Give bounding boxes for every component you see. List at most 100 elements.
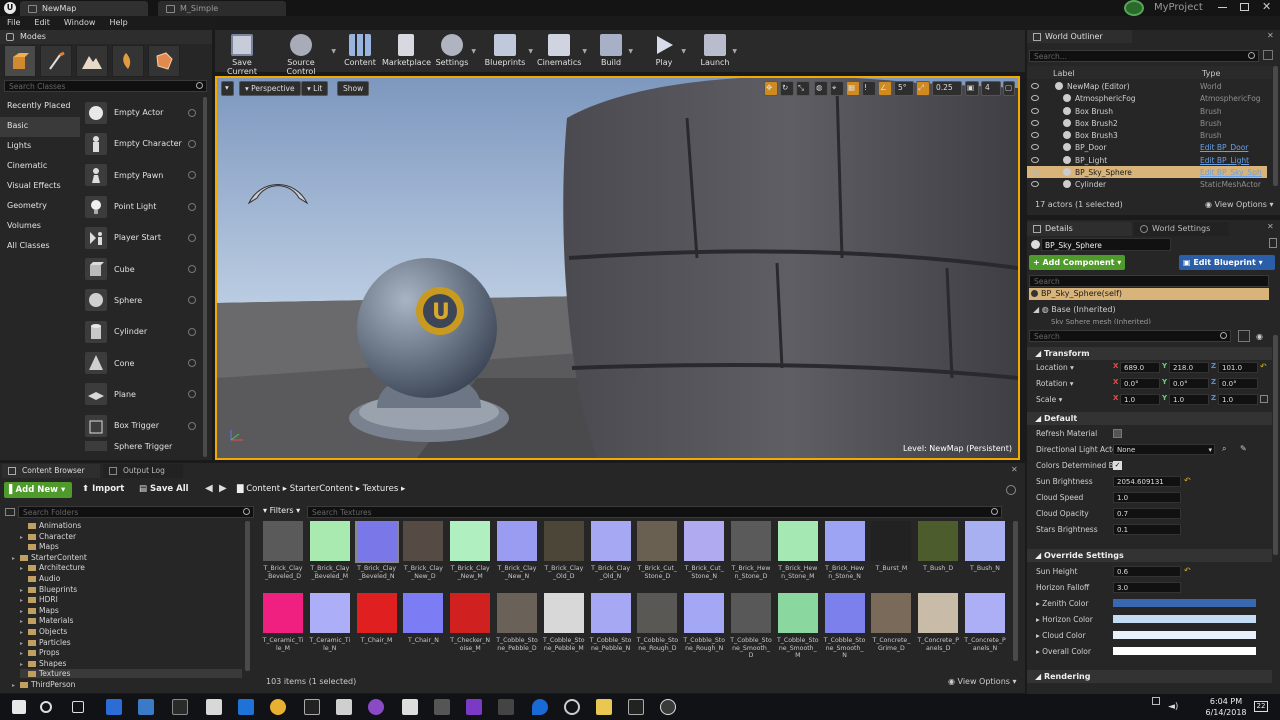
visibility-eye-icon[interactable] [1031, 119, 1039, 126]
asset-tile[interactable]: T_Cobble_Stone_Pebble_N [590, 593, 632, 652]
expand-arrow-icon[interactable]: ▸ [20, 597, 28, 604]
level-viewport[interactable]: U ▾ ▾ Perspective ▾ Lit Show ✥ ↻ ⤡ ◍ ⌖ ▦… [215, 76, 1020, 460]
maximize-viewport-button[interactable]: ▢ [1003, 81, 1015, 96]
folder-item[interactable]: Textures [20, 669, 242, 679]
outliner-row[interactable]: AtmosphericFog AtmosphericFog [1027, 92, 1267, 104]
close-tab-icon[interactable]: ✕ [1267, 222, 1274, 231]
class-item-cube[interactable]: Cube [81, 253, 202, 284]
outliner-filter-icon[interactable] [1263, 50, 1273, 60]
document-icon[interactable] [206, 699, 222, 715]
close-tab-icon[interactable]: ✕ [1267, 31, 1274, 40]
viewport-options-button[interactable]: ▾ [221, 81, 234, 96]
asset-tile[interactable]: T_Bush_D [917, 521, 959, 573]
rotation-x-field[interactable]: 0.0° [1120, 378, 1160, 389]
asset-tile[interactable]: T_Brick_Clay_Beveled_M [309, 521, 351, 580]
scale-z-field[interactable]: 1.0 [1218, 394, 1258, 405]
overall-color-swatch[interactable] [1113, 647, 1256, 655]
modes-scrollbar[interactable] [203, 97, 207, 457]
visibility-eye-icon[interactable] [1031, 156, 1039, 163]
rotate-tool-button[interactable]: ↻ [780, 81, 794, 96]
class-item-cone[interactable]: Cone [81, 347, 202, 378]
details-search-input[interactable]: Search [1029, 330, 1231, 342]
class-item-plane[interactable]: Plane [81, 379, 202, 410]
asset-tile[interactable]: T_Ceramic_Tile_M [262, 593, 304, 652]
category-volumes[interactable]: Volumes [0, 217, 80, 237]
search-classes-input[interactable]: Search Classes [4, 80, 207, 92]
task-view-icon[interactable] [72, 701, 84, 713]
app-icon[interactable] [402, 699, 418, 715]
search-icon[interactable] [40, 701, 52, 713]
world-settings-tab[interactable]: World Settings [1134, 222, 1229, 236]
outliner-row[interactable]: Box Brush Brush [1027, 105, 1267, 117]
camera-speed-button[interactable]: ▣ [965, 81, 979, 96]
class-item-player-start[interactable]: Player Start [81, 222, 202, 253]
asset-tile[interactable]: T_Cobble_Stone_Pebble_D [496, 593, 538, 652]
perspective-button[interactable]: ▾ Perspective [239, 81, 301, 96]
asset-tile[interactable]: T_Cobble_Stone_Rough_N [683, 593, 725, 652]
category-recently-placed[interactable]: Recently Placed [0, 97, 80, 117]
details-scrollbar[interactable] [1273, 335, 1278, 555]
expand-arrow-icon[interactable]: ▸ [20, 608, 28, 615]
class-item-empty-character[interactable]: Empty Character [81, 128, 202, 159]
class-item-box-trigger[interactable]: Box Trigger [81, 410, 202, 441]
world-outliner-tab[interactable]: World Outliner [1027, 30, 1132, 43]
camera-speed-value[interactable]: 4 [981, 81, 1001, 96]
outliner-row[interactable]: Box Brush3 Brush [1027, 129, 1267, 141]
visibility-eye-icon[interactable] [1031, 132, 1039, 139]
geometry-mode-button[interactable] [148, 45, 180, 77]
scale-y-field[interactable]: 1.0 [1169, 394, 1209, 405]
class-item-empty-pawn[interactable]: Empty Pawn [81, 160, 202, 191]
output-log-tab[interactable]: Output Log [103, 464, 183, 478]
outliner-row[interactable]: Cylinder StaticMeshActor [1027, 178, 1267, 190]
menu-help[interactable]: Help [109, 18, 127, 30]
asset-tile[interactable]: T_Brick_Clay_Old_N [590, 521, 632, 580]
self-component-item[interactable]: BP_Sky_Sphere(self) [1029, 288, 1269, 300]
folder-item[interactable]: ▸ Materials [20, 616, 73, 625]
expand-arrow-icon[interactable]: ▸ [20, 661, 28, 668]
rendering-section[interactable]: ◢ Rendering [1027, 670, 1272, 683]
settings-button[interactable]: Settings ▼ [434, 32, 476, 72]
category-all-classes[interactable]: All Classes [0, 237, 80, 257]
folder-scrollbar[interactable] [245, 521, 250, 671]
import-button[interactable]: ⬆ Import [82, 484, 124, 494]
app-icon[interactable] [498, 699, 514, 715]
tab-m-simple[interactable]: M_Simple [158, 1, 286, 16]
surface-snap-button[interactable]: ⌖ [830, 81, 844, 96]
horizon-falloff-field[interactable]: 3.0 [1113, 582, 1181, 593]
content-button[interactable]: Content [342, 32, 378, 72]
folder-item[interactable]: ▸ HDRI [20, 595, 58, 604]
asset-tile[interactable]: T_Brick_Hewn_Stone_N [824, 521, 866, 580]
directional-light-dropdown[interactable]: None ▾ [1113, 444, 1215, 455]
folder-item[interactable]: ▸ Character [20, 532, 76, 541]
marketplace-button[interactable]: Marketplace [382, 32, 431, 72]
folder-view-icon[interactable] [5, 508, 15, 516]
play-button[interactable]: Play ▼ [648, 32, 686, 72]
unreal-icon[interactable] [564, 699, 580, 715]
breadcrumb-content[interactable]: Content [246, 484, 280, 494]
sky-sphere-mesh-item[interactable]: Sky Sphere mesh (Inherited) [1051, 318, 1151, 324]
visibility-eye-icon[interactable] [1031, 181, 1039, 188]
expand-arrow-icon[interactable]: ▸ [20, 565, 28, 572]
menu-edit[interactable]: Edit [34, 18, 50, 30]
terminal-icon[interactable] [172, 699, 188, 715]
expand-arrow-icon[interactable]: ▸ [20, 534, 28, 541]
transform-section[interactable]: ◢ Transform [1027, 347, 1272, 360]
cloud-color-swatch[interactable] [1113, 631, 1256, 639]
class-item-sphere[interactable]: Sphere [81, 285, 202, 316]
rotation-y-field[interactable]: 0.0° [1169, 378, 1209, 389]
file-explorer-icon[interactable] [596, 699, 612, 715]
content-view-options[interactable]: ◉ View Options ▾ [948, 677, 1017, 686]
search-icon[interactable]: ⌕ [1222, 444, 1226, 454]
sun-height-field[interactable]: 0.6 [1113, 566, 1181, 577]
type-column-header[interactable]: Type [1202, 69, 1220, 78]
blueprints-button[interactable]: Blueprints ▼ [483, 32, 533, 72]
scale-tool-button[interactable]: ⤡ [796, 81, 810, 96]
category-visual-effects[interactable]: Visual Effects [0, 177, 80, 197]
outliner-row[interactable]: BP_Light Edit BP_Light [1027, 154, 1267, 166]
expand-arrow-icon[interactable]: ▸ [20, 618, 28, 625]
object-name-field[interactable]: BP_Sky_Sphere [1041, 238, 1171, 251]
network-icon[interactable] [1152, 697, 1160, 705]
outliner-view-options[interactable]: ◉ View Options ▾ [1205, 200, 1274, 209]
location-y-field[interactable]: 218.0 [1169, 362, 1209, 373]
back-button[interactable]: ◀ [205, 483, 213, 494]
